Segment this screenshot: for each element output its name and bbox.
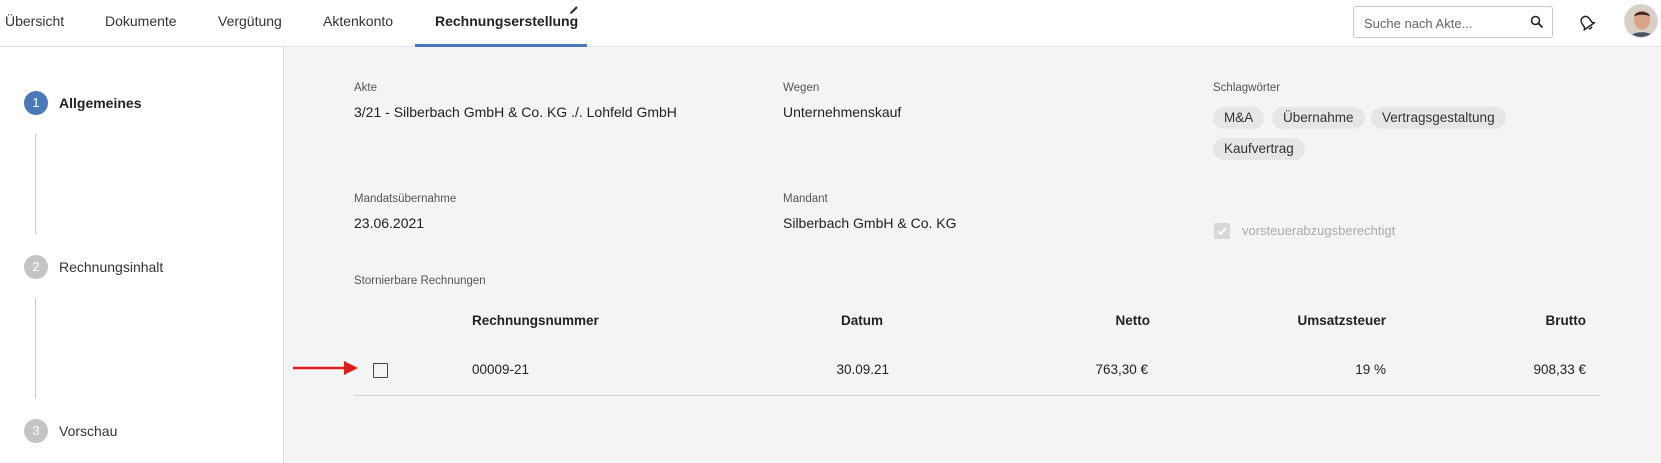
invoice-umsatzsteuer: 19 % bbox=[1355, 362, 1386, 377]
column-header-brutto: Brutto bbox=[1545, 313, 1587, 328]
tab-uebersicht[interactable]: Übersicht bbox=[5, 0, 64, 47]
column-header-netto: Netto bbox=[1115, 313, 1151, 328]
vorsteuer-checkbox bbox=[1214, 223, 1230, 239]
tag-chip: M&A bbox=[1213, 107, 1265, 129]
tab-verguetung[interactable]: Vergütung bbox=[218, 0, 282, 47]
checkmark-icon bbox=[1217, 227, 1227, 236]
schlagwoerter-label: Schlagwörter bbox=[1213, 82, 1281, 94]
step-connector bbox=[35, 134, 36, 234]
step-number: 2 bbox=[24, 255, 48, 279]
step-number: 1 bbox=[24, 91, 48, 115]
column-header-datum: Datum bbox=[840, 313, 883, 328]
top-navigation: Übersicht Dokumente Vergütung Aktenkonto… bbox=[0, 0, 1661, 47]
tag-chip: Vertragsgestaltung bbox=[1371, 107, 1506, 129]
search-box[interactable] bbox=[1353, 6, 1553, 38]
mandatsuebernahme-label: Mandatsübernahme bbox=[354, 193, 457, 205]
user-avatar[interactable] bbox=[1624, 4, 1658, 38]
bell-icon[interactable] bbox=[1577, 13, 1597, 33]
column-header-umsatzsteuer: Umsatzsteuer bbox=[1297, 313, 1386, 328]
step-sidebar: 1 Allgemeines 2 Rechnungsinhalt 3 Vorsch… bbox=[0, 47, 284, 463]
step-number: 3 bbox=[24, 419, 48, 443]
step-label: Vorschau bbox=[59, 423, 118, 439]
wegen-value: Unternehmenskauf bbox=[783, 104, 902, 120]
tab-aktenkonto[interactable]: Aktenkonto bbox=[323, 0, 393, 47]
pencil-icon[interactable] bbox=[568, 4, 580, 16]
tag-chip: Kaufvertrag bbox=[1213, 138, 1305, 160]
step-label: Rechnungsinhalt bbox=[59, 259, 164, 275]
vorsteuer-label: vorsteuerabzugsberechtigt bbox=[1242, 223, 1396, 238]
mandant-label: Mandant bbox=[783, 193, 828, 205]
column-header-rechnungsnummer: Rechnungsnummer bbox=[472, 313, 599, 328]
akte-label: Akte bbox=[354, 82, 378, 94]
mandant-value: Silberbach GmbH & Co. KG bbox=[783, 215, 957, 231]
invoice-brutto: 908,33 € bbox=[1533, 362, 1586, 377]
invoice-netto: 763,30 € bbox=[1095, 362, 1148, 377]
search-input[interactable] bbox=[1364, 13, 1514, 33]
step-label: Allgemeines bbox=[59, 95, 142, 111]
tag-chip: Übernahme bbox=[1272, 107, 1365, 129]
invoice-select-checkbox[interactable] bbox=[373, 363, 388, 378]
tab-rechnungserstellung[interactable]: Rechnungserstellung bbox=[435, 0, 578, 47]
akte-value: 3/21 - Silberbach GmbH & Co. KG ./. Lohf… bbox=[354, 104, 677, 120]
tab-dokumente[interactable]: Dokumente bbox=[105, 0, 177, 47]
search-icon[interactable] bbox=[1530, 15, 1544, 29]
table-row-divider bbox=[354, 395, 1600, 396]
invoice-number: 00009-21 bbox=[472, 362, 530, 377]
stornierbare-rechnungen-title: Stornierbare Rechnungen bbox=[354, 275, 486, 287]
step-connector bbox=[35, 299, 36, 399]
wegen-label: Wegen bbox=[783, 82, 820, 94]
mandatsuebernahme-value: 23.06.2021 bbox=[354, 215, 425, 231]
red-arrow-annotation bbox=[293, 361, 358, 375]
invoice-date: 30.09.21 bbox=[836, 362, 889, 377]
